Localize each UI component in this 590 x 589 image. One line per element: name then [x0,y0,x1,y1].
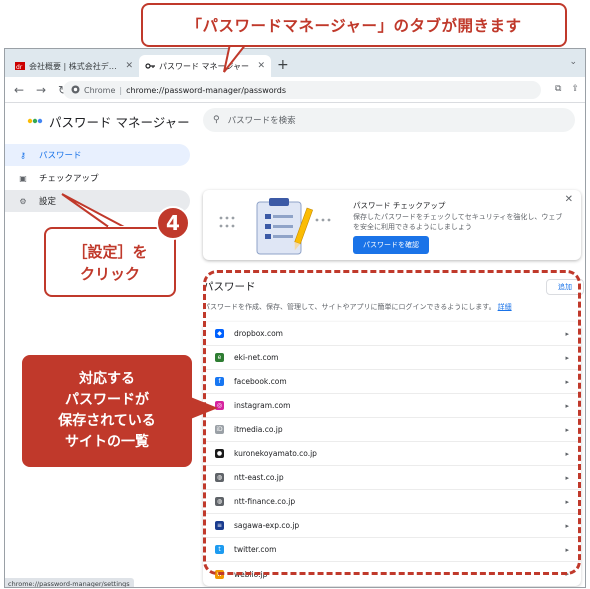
key-icon [145,61,155,71]
app-header: パスワード マネージャー ⚲ パスワードを検索 [5,104,585,140]
sidebar-item-label: パスワード [39,151,82,161]
search-placeholder: パスワードを検索 [227,116,296,126]
sidebar-item-passwords[interactable]: ⚷ パスワード [5,144,190,166]
svg-text:dr: dr [16,64,23,71]
checkup-icon: ▣ [19,173,27,183]
tab-label: 会社概要 | 株式会社デジタルアドバンテージ [29,61,122,71]
new-tab-button[interactable]: + [277,57,289,73]
callout-line: ［設定］を [72,243,148,261]
callout-line: クリック [79,265,140,283]
page-title-text: パスワード マネージャー [49,115,190,130]
sidebar-item-label: チェックアップ [39,174,99,184]
checkup-card-title: パスワード チェックアップ [353,201,446,210]
url-scheme: Chrome [84,85,116,95]
search-icon: ⚲ [213,115,220,125]
tab-password-manager[interactable]: パスワード マネージャー ✕ [139,55,271,77]
site-favicon-icon: dr [15,61,25,71]
site-list-highlight [203,270,581,575]
callout-line: 対応する [79,371,135,387]
close-icon[interactable]: ✕ [125,61,133,71]
sidebar: ⚷ パスワード ▣ チェックアップ ⚙ 設定 [5,144,190,213]
password-manager-logo-icon [27,115,43,128]
callout-line: 保存されている [58,413,156,429]
callout-line: サイトの一覧 [65,434,149,450]
checkup-illustration-icon [213,194,343,256]
install-icon[interactable]: ⧉ [555,84,561,94]
status-bar-url: chrome://password-manager/settings [5,578,134,587]
tab-strip: dr 会社概要 | 株式会社デジタルアドバンテージ ✕ パスワード マネージャー… [5,49,585,77]
chevron-down-icon[interactable]: ⌄ [569,57,577,67]
toolbar-actions: ⧉ ⇪ [555,84,579,94]
browser-toolbar: ← → ↻ Chrome | chrome://password-manager… [5,77,585,103]
search-input[interactable]: ⚲ パスワードを検索 [203,108,575,132]
check-passwords-button[interactable]: パスワードを確認 [353,236,429,254]
forward-arrow-icon[interactable]: → [33,82,49,98]
page-title: パスワード マネージャー [27,112,190,131]
close-icon[interactable]: ✕ [257,61,265,71]
chrome-logo-icon [71,85,80,96]
site-list-callout: 対応する パスワードが 保存されている サイトの一覧 [22,355,192,467]
url-text: chrome://password-manager/passwords [126,85,287,95]
callout-line: パスワードが [65,392,149,408]
tab-label: パスワード マネージャー [159,61,249,71]
back-arrow-icon[interactable]: ← [11,82,27,98]
key-icon: ⚷ [20,150,26,160]
close-icon[interactable]: ✕ [565,194,573,205]
url-separator: | [119,85,123,95]
tab-opened-callout: 「パスワードマネージャー」のタブが開きます [141,3,567,47]
address-bar[interactable]: Chrome | chrome://password-manager/passw… [63,81,541,99]
share-icon[interactable]: ⇪ [571,84,579,94]
step-number-badge: 4 [156,206,190,240]
sidebar-item-label: 設定 [39,197,57,207]
tab-company[interactable]: dr 会社概要 | 株式会社デジタルアドバンテージ ✕ [9,55,139,77]
click-settings-callout: ［設定］を クリック [44,227,176,297]
sidebar-item-checkup[interactable]: ▣ チェックアップ [5,167,190,189]
checkup-card-description: 保存したパスワードをチェックしてセキュリティを強化し、ウェブを安全に利用できるよ… [353,213,563,231]
checkup-card: パスワード チェックアップ 保存したパスワードをチェックしてセキュリティを強化し… [203,190,581,260]
gear-icon: ⚙ [19,196,27,206]
